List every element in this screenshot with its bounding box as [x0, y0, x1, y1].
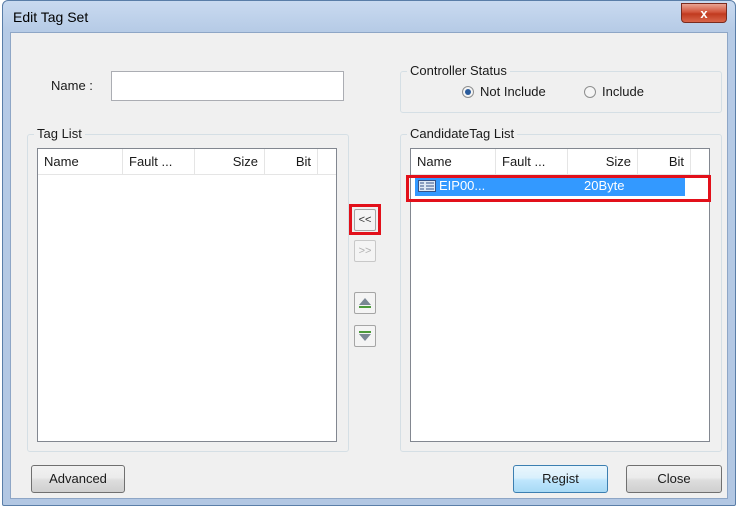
- move-left-button[interactable]: <<: [354, 209, 376, 231]
- column-header-size[interactable]: Size: [195, 149, 265, 174]
- move-down-icon: [359, 331, 371, 341]
- column-header-size[interactable]: Size: [568, 149, 638, 174]
- column-header-fault[interactable]: Fault ...: [123, 149, 195, 174]
- move-right-button[interactable]: >>: [354, 240, 376, 262]
- window-title: Edit Tag Set: [13, 9, 89, 25]
- column-header-name[interactable]: Name: [411, 149, 496, 174]
- move-up-button[interactable]: [354, 292, 376, 314]
- include-label[interactable]: Include: [602, 84, 644, 99]
- tag-list-title: Tag List: [34, 126, 85, 141]
- candidate-tag-list-group: CandidateTag List Name Fault ... Size Bi…: [400, 126, 722, 452]
- candidate-tag-list-table[interactable]: Name Fault ... Size Bit EIP00... 20Byte: [410, 148, 710, 442]
- title-bar: Edit Tag Set x: [3, 1, 735, 33]
- column-header-fault[interactable]: Fault ...: [496, 149, 568, 174]
- candidate-tag-list-header: Name Fault ... Size Bit: [411, 149, 709, 175]
- controller-status-title: Controller Status: [407, 63, 510, 78]
- move-up-icon: [359, 298, 371, 308]
- name-input[interactable]: [111, 71, 344, 101]
- not-include-label[interactable]: Not Include: [480, 84, 546, 99]
- edit-tag-set-dialog: Edit Tag Set x Name : Controller Status …: [2, 0, 736, 506]
- regist-button[interactable]: Regist: [513, 465, 608, 493]
- tag-list-group: Tag List Name Fault ... Size Bit: [27, 126, 349, 452]
- row-name: EIP00...: [439, 178, 486, 193]
- column-header-bit[interactable]: Bit: [265, 149, 318, 174]
- move-down-button[interactable]: [354, 325, 376, 347]
- name-label: Name :: [51, 78, 93, 93]
- candidate-tag-list-title: CandidateTag List: [407, 126, 518, 141]
- row-size: 20Byte: [584, 178, 625, 193]
- tag-struct-icon: [418, 180, 436, 192]
- window-close-button[interactable]: x: [681, 3, 727, 23]
- controller-status-group: Controller Status Not Include Include: [400, 63, 722, 113]
- not-include-radio[interactable]: [462, 86, 474, 98]
- advanced-button[interactable]: Advanced: [31, 465, 125, 493]
- include-radio[interactable]: [584, 86, 596, 98]
- column-header-bit[interactable]: Bit: [638, 149, 691, 174]
- dialog-body: Name : Controller Status Not Include Inc…: [10, 32, 728, 499]
- close-button[interactable]: Close: [626, 465, 722, 493]
- tag-list-table[interactable]: Name Fault ... Size Bit: [37, 148, 337, 442]
- tag-list-header: Name Fault ... Size Bit: [38, 149, 336, 175]
- column-header-name[interactable]: Name: [38, 149, 123, 174]
- table-row[interactable]: EIP00... 20Byte: [415, 176, 685, 196]
